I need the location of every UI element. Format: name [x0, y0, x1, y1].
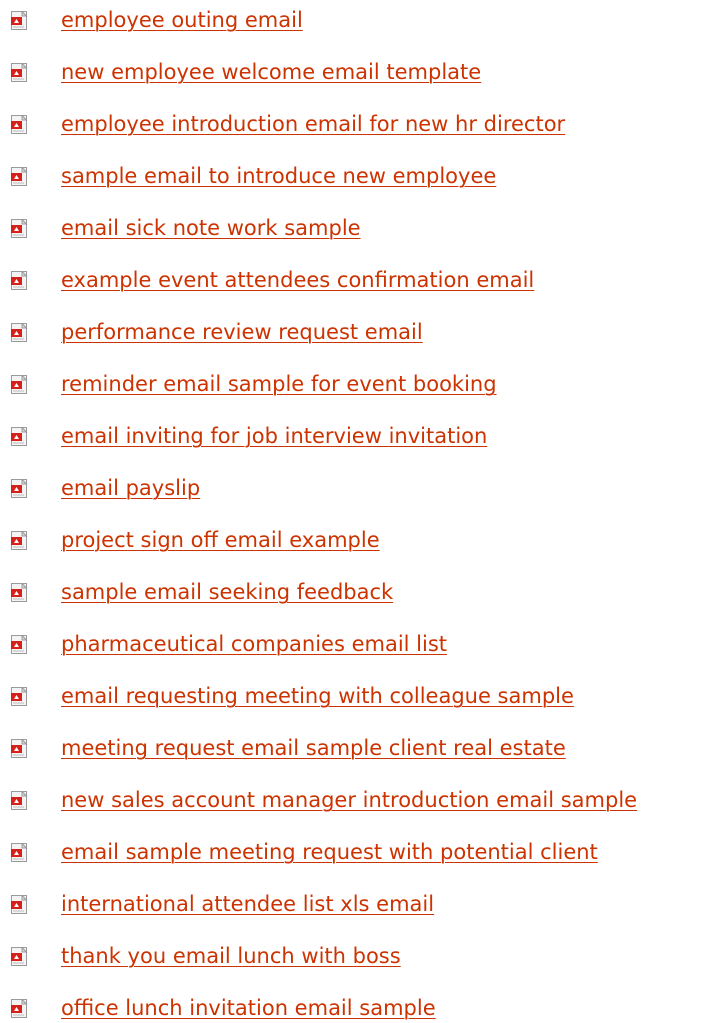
document-link[interactable]: new sales account manager introduction e… [61, 785, 637, 815]
pdf-document-icon[interactable] [11, 687, 29, 707]
document-link[interactable]: performance review request email [61, 317, 423, 347]
pdf-document-icon[interactable] [11, 219, 29, 239]
pdf-document-icon[interactable] [11, 375, 29, 395]
document-link[interactable]: example event attendees confirmation ema… [61, 265, 534, 295]
pdf-document-icon[interactable] [11, 11, 29, 31]
pdf-document-icon[interactable] [11, 427, 29, 447]
pdf-document-icon[interactable] [11, 271, 29, 291]
document-link-list: employee outing email new employee welco… [0, 0, 703, 1023]
list-item: email sample meeting request with potent… [0, 840, 703, 895]
pdf-document-icon[interactable] [11, 479, 29, 499]
pdf-document-icon[interactable] [11, 895, 29, 915]
document-link[interactable]: reminder email sample for event booking [61, 369, 497, 399]
pdf-document-icon[interactable] [11, 739, 29, 759]
pdf-document-icon[interactable] [11, 583, 29, 603]
document-link[interactable]: email sick note work sample [61, 213, 361, 243]
document-link[interactable]: employee introduction email for new hr d… [61, 109, 565, 139]
list-item: meeting request email sample client real… [0, 736, 703, 791]
pdf-document-icon[interactable] [11, 323, 29, 343]
list-item: email payslip [0, 476, 703, 531]
list-item: example event attendees confirmation ema… [0, 268, 703, 323]
list-item: email requesting meeting with colleague … [0, 684, 703, 739]
list-item: sample email seeking feedback [0, 580, 703, 635]
list-item: sample email to introduce new employee [0, 164, 703, 219]
document-link[interactable]: meeting request email sample client real… [61, 733, 566, 763]
document-link[interactable]: email inviting for job interview invitat… [61, 421, 487, 451]
pdf-document-icon[interactable] [11, 635, 29, 655]
list-item: email inviting for job interview invitat… [0, 424, 703, 479]
list-item: reminder email sample for event booking [0, 372, 703, 427]
list-item: new sales account manager introduction e… [0, 788, 703, 843]
list-item: international attendee list xls email [0, 892, 703, 947]
pdf-document-icon[interactable] [11, 115, 29, 135]
document-link[interactable]: new employee welcome email template [61, 57, 481, 87]
list-item: new employee welcome email template [0, 60, 703, 115]
pdf-document-icon[interactable] [11, 843, 29, 863]
pdf-document-icon[interactable] [11, 947, 29, 967]
document-link[interactable]: email sample meeting request with potent… [61, 837, 598, 867]
document-link[interactable]: employee outing email [61, 5, 303, 35]
document-link[interactable]: international attendee list xls email [61, 889, 434, 919]
list-item: email sick note work sample [0, 216, 703, 271]
document-link[interactable]: sample email seeking feedback [61, 577, 393, 607]
list-item: pharmaceutical companies email list [0, 632, 703, 687]
list-item: project sign off email example [0, 528, 703, 583]
list-item: thank you email lunch with boss [0, 944, 703, 999]
document-link[interactable]: sample email to introduce new employee [61, 161, 496, 191]
document-link[interactable]: project sign off email example [61, 525, 380, 555]
list-item: performance review request email [0, 320, 703, 375]
document-link[interactable]: email requesting meeting with colleague … [61, 681, 574, 711]
pdf-document-icon[interactable] [11, 63, 29, 83]
pdf-document-icon[interactable] [11, 531, 29, 551]
pdf-document-icon[interactable] [11, 999, 29, 1019]
pdf-document-icon[interactable] [11, 167, 29, 187]
document-link[interactable]: office lunch invitation email sample [61, 993, 436, 1023]
pdf-document-icon[interactable] [11, 791, 29, 811]
document-link[interactable]: pharmaceutical companies email list [61, 629, 447, 659]
list-item: employee introduction email for new hr d… [0, 112, 703, 167]
document-link[interactable]: thank you email lunch with boss [61, 941, 401, 971]
list-item: office lunch invitation email sample [0, 996, 703, 1023]
list-item: employee outing email [0, 8, 703, 63]
document-link[interactable]: email payslip [61, 473, 200, 503]
